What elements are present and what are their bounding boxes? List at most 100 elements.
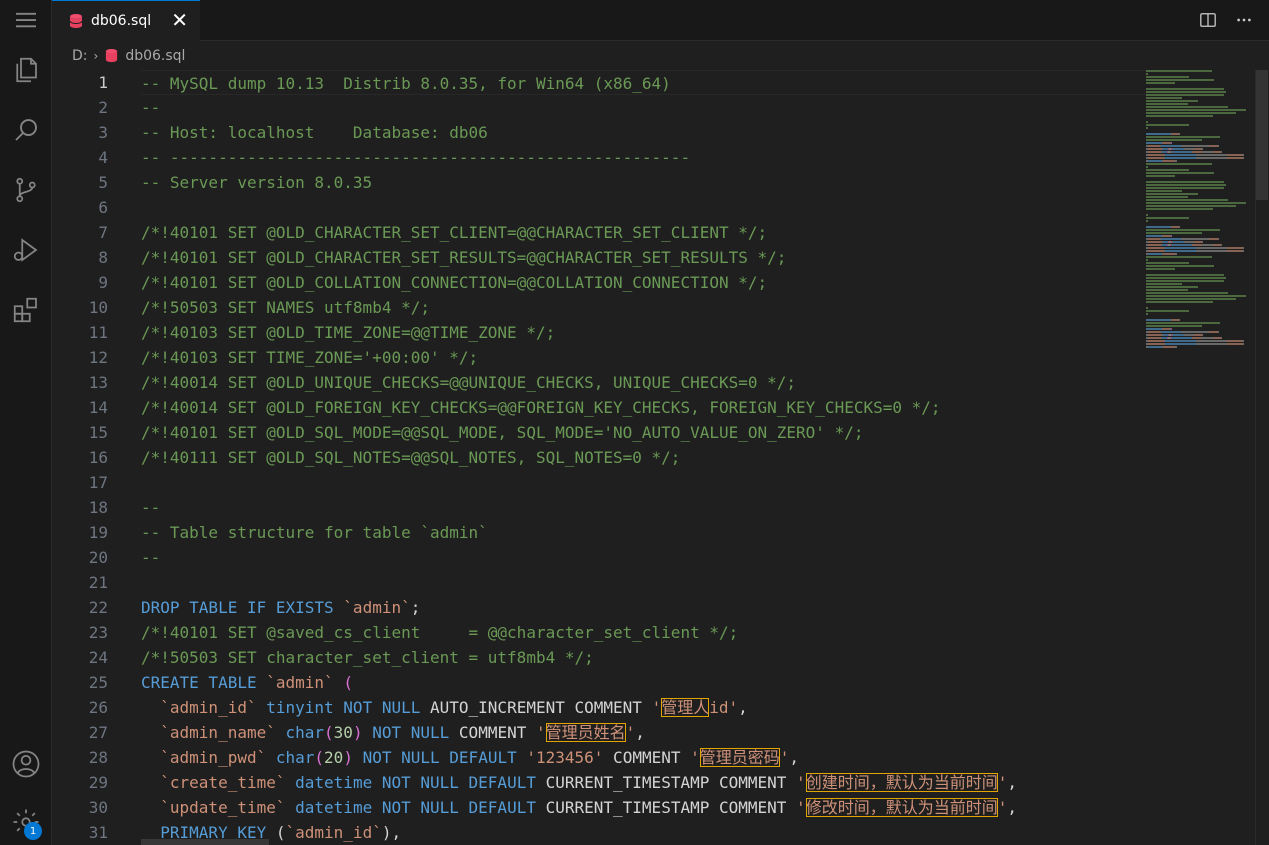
code-line[interactable]: -- Table structure for table `admin` bbox=[141, 520, 1146, 545]
minimap-segment bbox=[1146, 79, 1214, 81]
minimap-segment bbox=[1165, 247, 1196, 249]
minimap-line bbox=[1146, 175, 1256, 177]
code-token: `admin` bbox=[266, 673, 334, 692]
run-debug-icon[interactable] bbox=[0, 226, 52, 274]
minimap[interactable] bbox=[1146, 70, 1256, 490]
code-token: -- Server version 8.0.35 bbox=[141, 173, 373, 192]
code-line[interactable]: /*!40103 SET @OLD_TIME_ZONE=@@TIME_ZONE … bbox=[141, 320, 1146, 345]
code-line[interactable]: /*!40101 SET @OLD_SQL_MODE=@@SQL_MODE, S… bbox=[141, 420, 1146, 445]
minimap-line bbox=[1146, 100, 1256, 102]
minimap-segment bbox=[1171, 142, 1172, 144]
code-line[interactable] bbox=[141, 470, 1146, 495]
minimap-line bbox=[1146, 208, 1256, 210]
minimap-segment bbox=[1146, 115, 1213, 117]
code-token: -- bbox=[141, 98, 161, 117]
line-number: 9 bbox=[98, 273, 108, 292]
scrollbar-thumb[interactable] bbox=[1256, 70, 1268, 200]
code-area[interactable]: -- MySQL dump 10.13 Distrib 8.0.35, for … bbox=[141, 70, 1146, 845]
code-line[interactable] bbox=[141, 195, 1146, 220]
breadcrumb-drive[interactable]: D: bbox=[72, 48, 88, 64]
minimap-segment bbox=[1196, 340, 1227, 342]
minimap-segment bbox=[1202, 148, 1203, 150]
code-token: tinyint NOT NULL bbox=[266, 698, 430, 717]
close-icon[interactable]: ✕ bbox=[171, 10, 188, 30]
code-line[interactable]: -- bbox=[141, 495, 1146, 520]
minimap-line bbox=[1146, 220, 1256, 222]
explorer-icon[interactable] bbox=[0, 46, 52, 94]
code-token: /*!40101 SET @saved_cs_client = @@charac… bbox=[141, 623, 739, 642]
minimap-line bbox=[1146, 157, 1256, 159]
more-actions-icon[interactable] bbox=[1233, 9, 1255, 31]
code-line[interactable]: -- bbox=[141, 95, 1146, 120]
code-line[interactable]: /*!40101 SET @OLD_CHARACTER_SET_RESULTS=… bbox=[141, 245, 1146, 270]
code-line[interactable] bbox=[141, 570, 1146, 595]
source-control-icon[interactable] bbox=[0, 166, 52, 214]
minimap-segment bbox=[1146, 199, 1228, 201]
code-line[interactable]: /*!50503 SET NAMES utf8mb4 */; bbox=[141, 295, 1146, 320]
minimap-segment bbox=[1146, 133, 1171, 135]
minimap-line bbox=[1146, 298, 1256, 300]
code-line[interactable]: /*!40014 SET @OLD_UNIQUE_CHECKS=@@UNIQUE… bbox=[141, 370, 1146, 395]
code-token: ' bbox=[779, 748, 790, 767]
code-line[interactable]: -- MySQL dump 10.13 Distrib 8.0.35, for … bbox=[141, 70, 1146, 95]
code-line[interactable]: `update_time` datetime NOT NULL DEFAULT … bbox=[141, 795, 1146, 820]
code-line[interactable]: `admin_id` tinyint NOT NULL AUTO_INCREME… bbox=[141, 695, 1146, 720]
code-line[interactable]: `admin_pwd` char(20) NOT NULL DEFAULT '1… bbox=[141, 745, 1146, 770]
code-editor[interactable]: 1 2 3 4 5 6 7 8 9 10 11 12 13 14 15 16 17 18 19 20 21 22 23 24 2… bbox=[52, 70, 1269, 845]
minimap-segment bbox=[1148, 346, 1162, 348]
code-line[interactable]: /*!40101 SET @OLD_CHARACTER_SET_CLIENT=@… bbox=[141, 220, 1146, 245]
minimap-line bbox=[1146, 115, 1256, 117]
minimap-line bbox=[1146, 286, 1256, 288]
line-number: 21 bbox=[88, 573, 108, 592]
minimap-line bbox=[1146, 322, 1256, 324]
menu-icon[interactable] bbox=[0, 0, 52, 44]
split-editor-icon[interactable] bbox=[1197, 9, 1219, 31]
extensions-icon[interactable] bbox=[0, 286, 52, 334]
breadcrumb-file[interactable]: db06.sql bbox=[125, 48, 185, 64]
code-line[interactable]: /*!40101 SET @saved_cs_client = @@charac… bbox=[141, 620, 1146, 645]
code-token: ), bbox=[381, 823, 402, 842]
minimap-segment bbox=[1162, 328, 1170, 330]
code-token: -- Table structure for table `admin` bbox=[141, 523, 488, 542]
manage-gear-icon[interactable]: 1 bbox=[0, 798, 52, 845]
line-number: 7 bbox=[98, 223, 108, 242]
code-line[interactable]: DROP TABLE IF EXISTS `admin`; bbox=[141, 595, 1146, 620]
minimap-line bbox=[1146, 343, 1256, 345]
minimap-segment bbox=[1171, 328, 1172, 330]
code-line[interactable]: -- bbox=[141, 545, 1146, 570]
minimap-segment bbox=[1148, 244, 1161, 246]
minimap-segment bbox=[1179, 226, 1180, 228]
minimap-segment bbox=[1175, 160, 1177, 162]
code-line[interactable]: /*!40014 SET @OLD_FOREIGN_KEY_CHECKS=@@F… bbox=[141, 395, 1146, 420]
code-line[interactable]: -- Server version 8.0.35 bbox=[141, 170, 1146, 195]
minimap-segment bbox=[1146, 208, 1213, 210]
minimap-segment bbox=[1243, 247, 1244, 249]
code-line[interactable]: PRIMARY KEY (`admin_id`), bbox=[141, 820, 1146, 845]
code-line[interactable]: /*!40111 SET @OLD_SQL_NOTES=@@SQL_NOTES,… bbox=[141, 445, 1146, 470]
code-line[interactable]: CREATE TABLE `admin` ( bbox=[141, 670, 1146, 695]
line-number: 11 bbox=[88, 323, 108, 342]
code-token: ; bbox=[410, 598, 421, 617]
minimap-segment bbox=[1146, 97, 1182, 99]
code-line[interactable]: /*!50503 SET character_set_client = utf8… bbox=[141, 645, 1146, 670]
tab-db06-sql[interactable]: db06.sql ✕ bbox=[52, 0, 200, 41]
tab-bar: db06.sql ✕ bbox=[52, 0, 1269, 41]
code-line[interactable]: /*!40103 SET TIME_ZONE='+00:00' */; bbox=[141, 345, 1146, 370]
minimap-line bbox=[1146, 166, 1256, 168]
account-icon[interactable] bbox=[0, 740, 52, 788]
minimap-segment bbox=[1146, 298, 1236, 300]
minimap-segment bbox=[1148, 154, 1164, 156]
code-line[interactable]: `admin_name` char(30) NOT NULL COMMENT '… bbox=[141, 720, 1146, 745]
minimap-line bbox=[1146, 118, 1256, 120]
line-number: 5 bbox=[98, 173, 108, 192]
minimap-segment bbox=[1228, 157, 1242, 159]
code-line[interactable]: /*!40101 SET @OLD_COLLATION_CONNECTION=@… bbox=[141, 270, 1146, 295]
vertical-scrollbar[interactable] bbox=[1255, 70, 1269, 845]
minimap-segment bbox=[1243, 343, 1244, 345]
code-line[interactable]: `create_time` datetime NOT NULL DEFAULT … bbox=[141, 770, 1146, 795]
code-line[interactable]: -- Host: localhost Database: db06 bbox=[141, 120, 1146, 145]
line-number: 22 bbox=[88, 598, 108, 617]
horizontal-scrollbar[interactable] bbox=[141, 839, 269, 845]
code-line[interactable]: -- -------------------------------------… bbox=[141, 145, 1146, 170]
search-icon[interactable] bbox=[0, 106, 52, 154]
